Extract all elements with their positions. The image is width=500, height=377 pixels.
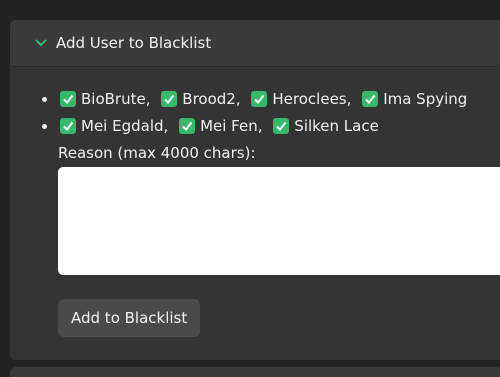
user-entry: Ima Spying [362, 87, 467, 111]
checkmark-icon [60, 118, 76, 134]
blacklist-panel: Add User to Blacklist BioBrute, Brood2, [10, 20, 500, 360]
chevron-down-icon[interactable] [34, 36, 48, 50]
reason-label: Reason (max 4000 chars): [58, 144, 256, 162]
separator: , [346, 90, 352, 108]
reason-textarea[interactable] [58, 167, 500, 275]
list-item: Mei Egdald, Mei Fen, Silken Lace [42, 114, 500, 141]
user-name: Brood2 [182, 90, 236, 108]
next-panel-edge [10, 367, 500, 377]
separator: , [145, 90, 151, 108]
checkmark-icon [161, 91, 178, 107]
panel-header[interactable]: Add User to Blacklist [10, 20, 500, 67]
checkmark-icon [60, 91, 76, 107]
user-name: Mei Egdald [81, 117, 164, 135]
user-name: Ima Spying [383, 90, 468, 108]
separator: , [235, 90, 241, 108]
add-to-blacklist-button[interactable]: Add to Blacklist [58, 299, 201, 337]
user-entry: BioBrute, [60, 87, 151, 111]
list-item: BioBrute, Brood2, Heroclees, Ima Spying [42, 87, 500, 114]
user-entry: Heroclees, [251, 87, 351, 111]
panel-title: Add User to Blacklist [56, 34, 212, 52]
user-name: BioBrute [81, 90, 146, 108]
checkmark-icon [179, 118, 196, 134]
separator: , [163, 117, 169, 135]
user-entry: Mei Fen, [179, 114, 263, 138]
panel-body: BioBrute, Brood2, Heroclees, Ima Spying [10, 67, 500, 337]
user-name: Mei Fen [200, 117, 258, 135]
checkmark-icon [362, 91, 379, 107]
checkmark-icon [251, 91, 268, 107]
user-entry: Brood2, [161, 87, 241, 111]
user-name: Heroclees [272, 90, 347, 108]
user-name: Silken Lace [294, 117, 379, 135]
separator: , [257, 117, 263, 135]
user-entry: Silken Lace [273, 114, 379, 138]
checkmark-icon [273, 118, 290, 134]
user-entry: Mei Egdald, [60, 114, 168, 138]
selected-users-list: BioBrute, Brood2, Heroclees, Ima Spying [36, 87, 500, 141]
